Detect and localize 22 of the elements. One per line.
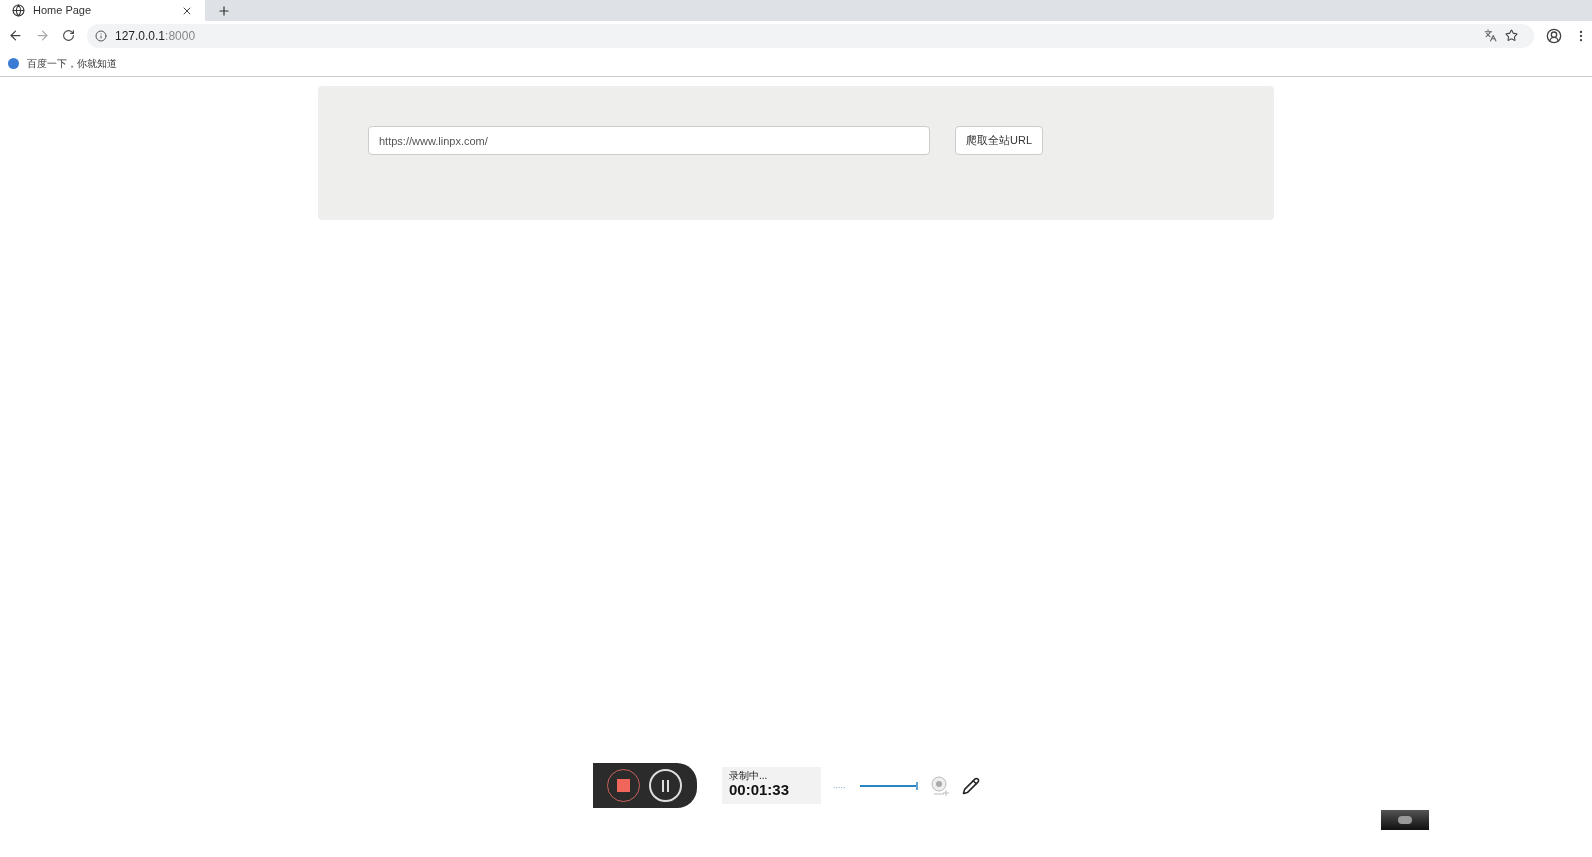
pause-button[interactable]	[649, 769, 682, 802]
recording-time: 00:01:33	[729, 781, 791, 800]
taskbar-thumbnail-drawing	[1381, 810, 1429, 830]
recording-status: 录制中...	[729, 771, 769, 782]
account-icon[interactable]	[1546, 27, 1562, 44]
crawl-button[interactable]: 爬取全站URL	[955, 126, 1043, 155]
address-text: 127.0.0.1:8000	[115, 27, 197, 45]
star-icon[interactable]	[1505, 29, 1518, 42]
translate-icon[interactable]	[1484, 29, 1497, 42]
url-field[interactable]: https://www.linpx.com/	[368, 126, 930, 155]
volume-slider-drawing	[859, 781, 918, 790]
pencil-icon[interactable]	[961, 776, 980, 795]
new-tab-icon[interactable]	[217, 4, 231, 18]
dots-text: .....	[833, 778, 846, 792]
address-bar[interactable]: 127.0.0.1:8000	[87, 23, 1534, 48]
reload-icon[interactable]	[62, 29, 75, 42]
tab-title: Home Page	[33, 3, 93, 19]
globe-icon	[12, 4, 25, 17]
browser-tab[interactable]: Home Page	[0, 0, 205, 21]
back-icon[interactable]	[8, 28, 23, 43]
info-icon	[95, 29, 107, 42]
bookmark[interactable]: 百度一下，你就知道	[8, 55, 117, 71]
